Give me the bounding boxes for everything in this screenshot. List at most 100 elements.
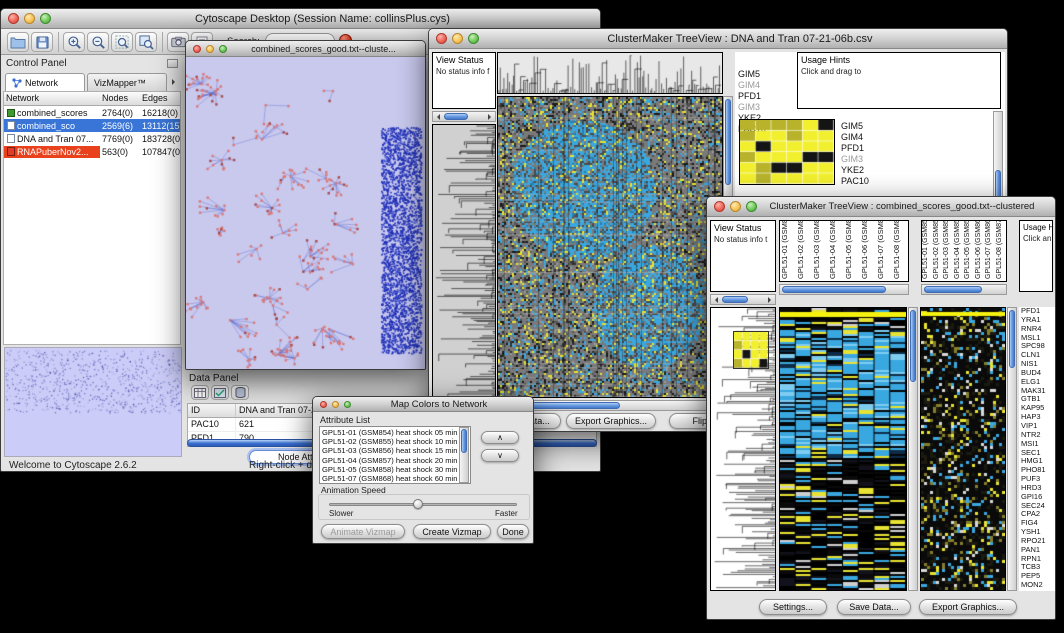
zoom-columns-h-scrollbar[interactable] xyxy=(921,284,1007,295)
gene-label[interactable]: GIM5 xyxy=(841,121,869,132)
zoom-in-icon[interactable] xyxy=(63,32,85,52)
open-session-icon[interactable] xyxy=(7,32,29,52)
attribute-list[interactable]: GPL51-01 (GSM854) heat shock 05 minGPL51… xyxy=(319,426,471,484)
scroll-left-icon[interactable] xyxy=(712,297,718,303)
column-label[interactable]: GPL51-05 (GSM858 xyxy=(844,221,860,281)
scrollbar-thumb[interactable] xyxy=(725,99,731,185)
zoom-v-scrollbar[interactable] xyxy=(1007,307,1017,591)
expression-heatmap[interactable] xyxy=(497,96,723,398)
column-label[interactable]: GPL51-02 (GSM855 xyxy=(796,221,812,281)
column-label[interactable]: GPL51-07 (GSM868 xyxy=(876,221,892,281)
scroll-right-icon[interactable] xyxy=(488,114,494,120)
attribute-item[interactable]: GPL51-05 (GSM858) heat shock 30 min xyxy=(322,465,458,474)
tab-overflow-arrow[interactable] xyxy=(172,79,178,85)
float-panel-icon[interactable] xyxy=(167,59,178,68)
h-scrollbar[interactable] xyxy=(710,294,776,305)
maximize-button[interactable] xyxy=(344,401,351,408)
database-icon[interactable] xyxy=(231,385,249,400)
columns-h-scrollbar[interactable] xyxy=(779,284,909,295)
done-button[interactable]: Done xyxy=(497,524,529,539)
minimize-button[interactable] xyxy=(206,45,214,53)
animate-vizmap-button[interactable]: Animate Vizmap xyxy=(321,524,405,539)
maximize-button[interactable] xyxy=(468,33,479,44)
move-up-button[interactable]: ∧ xyxy=(481,431,519,444)
close-button[interactable] xyxy=(193,45,201,53)
network-canvas[interactable] xyxy=(186,57,425,369)
move-down-button[interactable]: ∨ xyxy=(481,449,519,462)
network-overview-thumbnail[interactable] xyxy=(4,347,182,457)
gene-label[interactable]: YKE2 xyxy=(841,165,869,176)
gene-label[interactable]: GIM4 xyxy=(738,80,766,91)
network-row[interactable]: combined_sco 2569(6) 13112(15) xyxy=(4,119,180,132)
minimize-button[interactable] xyxy=(332,401,339,408)
attribute-item[interactable]: GPL51-03 (GSM856) heat shock 15 min xyxy=(322,446,458,455)
header-network[interactable]: Network xyxy=(4,92,100,105)
column-label[interactable]: GPL51-03 (GSM856 xyxy=(943,221,954,281)
gene-label[interactable]: PAC10 xyxy=(841,176,869,187)
save-session-icon[interactable] xyxy=(31,32,53,52)
settings-button[interactable]: Settings... xyxy=(759,599,827,615)
column-label[interactable]: GPL51-03 (GSM856 xyxy=(812,221,828,281)
scrollbar-thumb[interactable] xyxy=(910,310,916,382)
gene-label[interactable]: MON2 xyxy=(1021,581,1055,590)
attribute-item[interactable]: GPL51-01 (GSM854) heat shock 05 min xyxy=(322,428,458,437)
tab-network[interactable]: Network xyxy=(5,73,85,91)
close-button[interactable] xyxy=(320,401,327,408)
select-attributes-icon[interactable] xyxy=(211,385,229,400)
close-button[interactable] xyxy=(436,33,447,44)
scrollbar-thumb[interactable] xyxy=(444,113,468,120)
main-titlebar[interactable]: Cytoscape Desktop (Session Name: collins… xyxy=(1,9,600,29)
slider-thumb[interactable] xyxy=(413,499,423,509)
gene-label[interactable]: GIM3 xyxy=(841,154,869,165)
column-label[interactable]: GPL51-01 (GSM854 xyxy=(922,221,933,281)
treeview2-titlebar[interactable]: ClusterMaker TreeView : combined_scores_… xyxy=(707,197,1055,217)
id-header[interactable]: ID xyxy=(188,404,236,417)
list-v-scrollbar[interactable] xyxy=(459,427,469,483)
export-graphics-button[interactable]: Export Graphics... xyxy=(566,413,656,429)
save-data-button[interactable]: Save Data... xyxy=(837,599,911,615)
close-button[interactable] xyxy=(714,201,725,212)
zoom-selected-icon[interactable] xyxy=(135,32,157,52)
maximize-button[interactable] xyxy=(40,13,51,24)
global-heatmap[interactable] xyxy=(779,307,907,591)
scrollbar-thumb[interactable] xyxy=(461,429,467,453)
scrollbar-thumb[interactable] xyxy=(924,286,982,293)
network-row[interactable]: RNAPuberNov2... 563(0) 107847(0) xyxy=(4,145,180,158)
gene-label[interactable]: GIM4 xyxy=(841,132,869,143)
column-label[interactable]: GPL51-06 (GSM865 xyxy=(975,221,986,281)
column-label[interactable]: GPL51-08 (GSM872 xyxy=(996,221,1007,281)
animation-speed-slider[interactable] xyxy=(329,503,517,506)
table-view-icon[interactable] xyxy=(191,385,209,400)
zoom-heatmap[interactable] xyxy=(920,307,1006,591)
column-label[interactable]: GPL51-04 (GSM857 xyxy=(828,221,844,281)
close-button[interactable] xyxy=(8,13,19,24)
attribute-item[interactable]: GPL51-07 (GSM868) heat shock 60 min xyxy=(322,474,458,483)
gene-label[interactable]: PFD1 xyxy=(738,91,766,102)
attribute-item[interactable]: GPL51-02 (GSM855) heat shock 10 min xyxy=(322,437,458,446)
network-view-titlebar[interactable]: combined_scores_good.txt--cluste... xyxy=(186,41,425,57)
treeview1-titlebar[interactable]: ClusterMaker TreeView : DNA and Tran 07-… xyxy=(429,29,1007,49)
column-label[interactable]: GPL51-08 (GSM872 xyxy=(892,221,908,281)
maximize-button[interactable] xyxy=(746,201,757,212)
scroll-left-icon[interactable] xyxy=(434,114,440,120)
global-v-scrollbar[interactable] xyxy=(908,307,918,591)
gene-label[interactable]: GIM3 xyxy=(738,102,766,113)
zoom-fit-icon[interactable] xyxy=(111,32,133,52)
tab-vizmapper[interactable]: VizMapper™ xyxy=(87,73,167,91)
header-edges[interactable]: Edges xyxy=(140,92,180,105)
gene-label[interactable]: PFD1 xyxy=(841,143,869,154)
network-row[interactable]: combined_scores 2764(0) 16218(0) xyxy=(4,106,180,119)
scroll-right-icon[interactable] xyxy=(768,297,774,303)
correlation-matrix[interactable] xyxy=(739,119,835,185)
minimize-button[interactable] xyxy=(730,201,741,212)
scrollbar-thumb[interactable] xyxy=(1009,310,1015,368)
scrollbar-thumb[interactable] xyxy=(722,296,748,303)
minimize-button[interactable] xyxy=(24,13,35,24)
column-label[interactable]: GPL51-05 (GSM858 xyxy=(964,221,975,281)
zoom-out-icon[interactable] xyxy=(87,32,109,52)
h-scrollbar[interactable] xyxy=(432,111,496,122)
gene-label[interactable]: GIM5 xyxy=(738,69,766,80)
minimize-button[interactable] xyxy=(452,33,463,44)
column-label[interactable]: GPL51-07 (GSM868 xyxy=(985,221,996,281)
column-label[interactable]: GPL51-01 (GSM854 xyxy=(780,221,796,281)
